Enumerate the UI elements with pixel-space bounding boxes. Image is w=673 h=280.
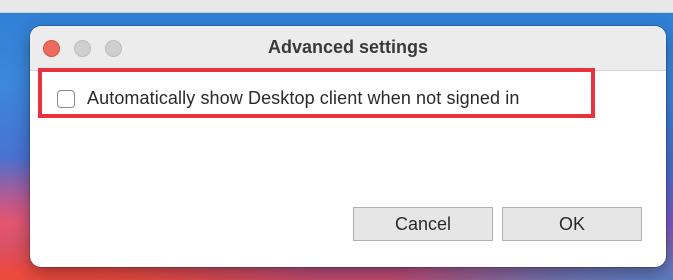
auto-show-desktop-client-checkbox[interactable]: [57, 89, 75, 108]
dialog-title: Advanced settings: [267, 37, 429, 57]
ok-button[interactable]: OK: [502, 207, 642, 241]
auto-show-desktop-client-label[interactable]: Automatically show Desktop client when n…: [87, 88, 519, 109]
top-strip: [0, 0, 673, 13]
cancel-button[interactable]: Cancel: [353, 207, 493, 241]
title-bar: Advanced settings: [30, 26, 666, 71]
auto-show-desktop-client-option[interactable]: Automatically show Desktop client when n…: [57, 88, 519, 109]
advanced-settings-dialog: Advanced settings Automatically show Des…: [30, 26, 666, 267]
